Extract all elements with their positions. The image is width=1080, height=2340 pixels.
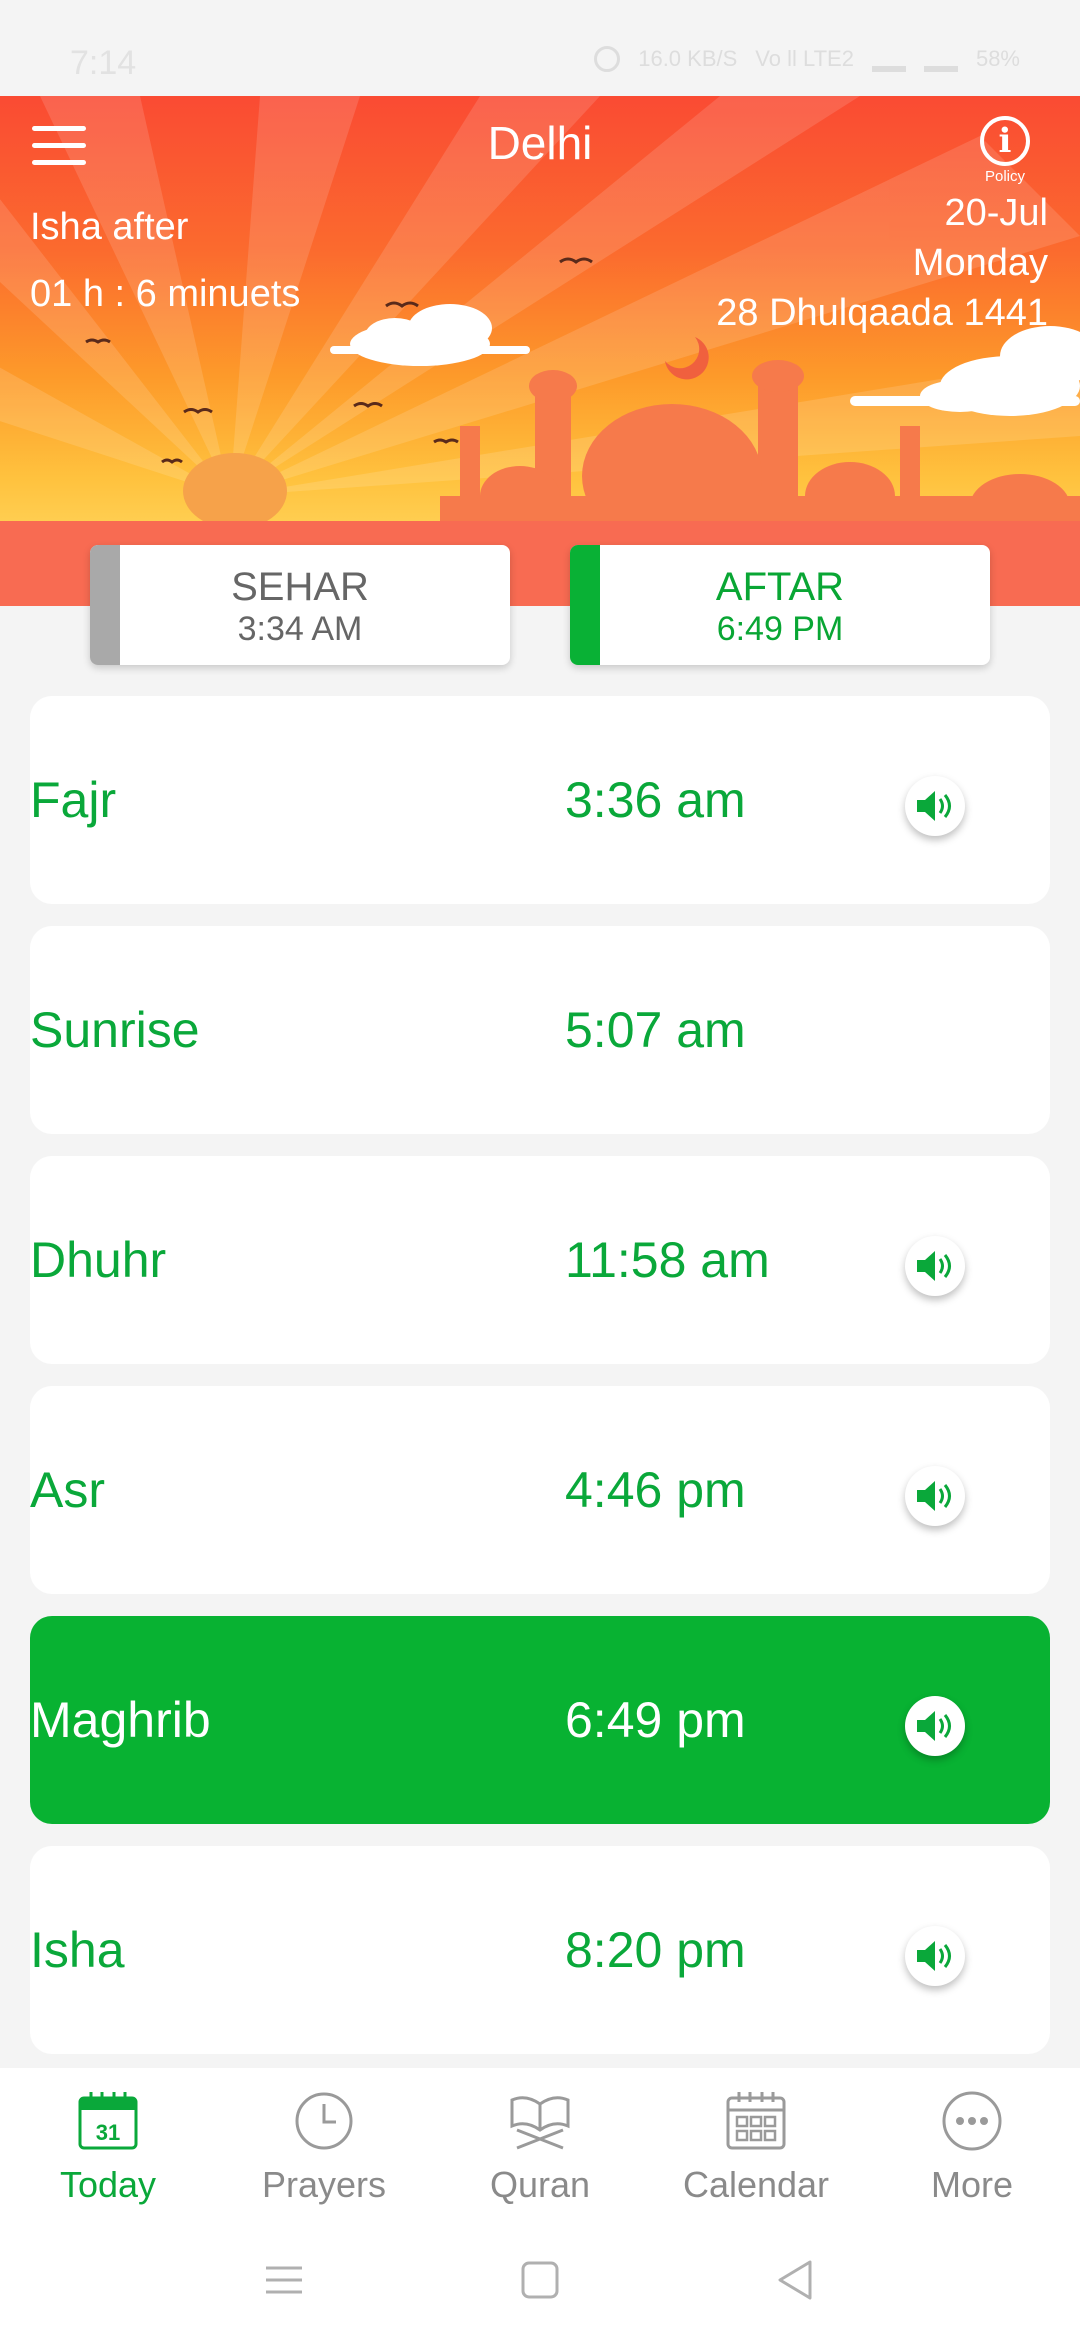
nav-label-quran: Quran (489, 2164, 591, 2205)
calendar-day-icon: 31 (78, 2092, 138, 2150)
sehar-stripe (90, 545, 120, 665)
signal-icon (871, 46, 906, 72)
nav-more[interactable]: More (864, 2068, 1080, 2218)
prayer-name: Maghrib (30, 1692, 211, 1748)
prayer-time: 5:07 am (565, 1002, 746, 1058)
system-nav-bar (0, 2218, 1080, 2340)
prayer-row-asr[interactable]: Asr 4:46 pm (30, 1386, 1050, 1594)
nav-today[interactable]: 31 Today (0, 2068, 216, 2218)
prayer-time: 11:58 am (565, 1232, 770, 1288)
location-icon (594, 46, 621, 72)
next-prayer-countdown: Isha after 01 h : 6 minuets (30, 206, 300, 316)
more-dots-icon (942, 2091, 1002, 2151)
sehar-label: SEHAR (231, 565, 369, 609)
nav-calendar[interactable]: Calendar (648, 2068, 864, 2218)
network-type: Vo ll LTE2 (755, 46, 854, 71)
speaker-icon (917, 1711, 951, 1741)
prayer-time: 4:46 pm (565, 1462, 746, 1518)
aftar-time: 6:49 PM (716, 610, 844, 648)
nav-label-prayers: Prayers (261, 2164, 387, 2205)
sehar-time: 3:34 AM (237, 610, 363, 648)
countdown-value: 01 h : 6 minuets (30, 273, 301, 315)
sehar-card[interactable]: SEHAR 3:34 AM (90, 545, 510, 665)
prayer-time: 6:49 pm (565, 1692, 746, 1748)
battery-level: 58% (975, 46, 1020, 71)
clock-icon (295, 2092, 353, 2150)
status-icons: 16.0 KB/S Vo ll LTE2 58% (594, 46, 1020, 72)
speaker-icon (917, 1251, 951, 1281)
prayer-name: Sunrise (30, 1002, 200, 1058)
prayer-time: 3:36 am (565, 772, 746, 828)
aftar-stripe (570, 545, 600, 665)
policy-label: Policy (984, 168, 1025, 185)
countdown-label: Isha after (30, 206, 189, 248)
sound-toggle-button[interactable] (905, 1926, 965, 1986)
info-icon: i (980, 116, 1030, 166)
prayer-row-dhuhr[interactable]: Dhuhr 11:58 am (30, 1156, 1050, 1364)
prayer-row-isha[interactable]: Isha 8:20 pm (30, 1846, 1050, 2054)
calendar-day-number: 31 (96, 2120, 120, 2145)
nav-quran[interactable]: Quran (432, 2068, 648, 2218)
nav-label-more: More (930, 2164, 1014, 2205)
date-block: 20-Jul Monday 28 Dhulqaada 1441 (716, 188, 1048, 338)
calendar-grid-icon (726, 2092, 786, 2150)
prayer-name: Dhuhr (30, 1232, 167, 1288)
nav-prayers[interactable]: Prayers (216, 2068, 432, 2218)
prayer-row-sunrise[interactable]: Sunrise 5:07 am (30, 926, 1050, 1134)
prayer-name: Fajr (30, 772, 117, 828)
sound-toggle-button[interactable] (905, 1236, 965, 1296)
speaker-icon (917, 1481, 951, 1511)
back-icon[interactable] (774, 2258, 818, 2302)
nav-label-calendar: Calendar (682, 2164, 830, 2205)
speaker-icon (917, 1941, 951, 1971)
header-banner: Delhi i Policy Isha after 01 h : 6 minue… (0, 96, 1080, 606)
recents-icon[interactable] (262, 2258, 306, 2302)
prayer-name: Isha (30, 1922, 125, 1978)
bottom-nav: 31 Today Prayers Quran Calendar More (0, 2068, 1080, 2218)
home-icon[interactable] (518, 2258, 562, 2302)
aftar-label: AFTAR (715, 565, 845, 609)
weekday: Monday (912, 242, 1048, 284)
sound-toggle-button[interactable] (905, 1696, 965, 1756)
speaker-icon (917, 791, 951, 821)
status-bar: 7:14 16.0 KB/S Vo ll LTE2 58% (0, 0, 1080, 96)
prayer-time: 8:20 pm (565, 1922, 746, 1978)
policy-button[interactable]: i Policy (970, 116, 1040, 185)
network-speed: 16.0 KB/S (638, 46, 738, 71)
nav-label-today: Today (59, 2164, 157, 2205)
sound-toggle-button[interactable] (905, 1466, 965, 1526)
city-title[interactable]: Delhi (0, 116, 1080, 170)
aftar-card[interactable]: AFTAR 6:49 PM (570, 545, 990, 665)
sound-toggle-button[interactable] (905, 776, 965, 836)
hijri-date: 28 Dhulqaada 1441 (716, 292, 1048, 334)
quran-book-icon (510, 2096, 570, 2150)
prayer-row-fajr[interactable]: Fajr 3:36 am (30, 696, 1050, 904)
prayer-list: Fajr 3:36 am Sunrise 5:07 am Dhuhr 11:58… (30, 696, 1050, 2076)
prayer-name: Asr (30, 1462, 105, 1518)
gregorian-date: 20-Jul (944, 192, 1049, 234)
status-time: 7:14 (70, 44, 137, 82)
prayer-row-maghrib[interactable]: Maghrib 6:49 pm (30, 1616, 1050, 1824)
signal-icon-2 (923, 46, 958, 72)
